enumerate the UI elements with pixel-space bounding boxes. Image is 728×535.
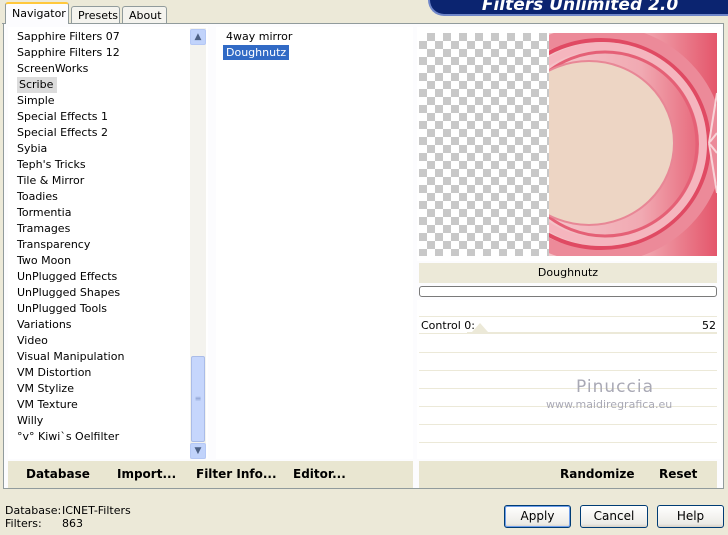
tab-about[interactable]: About xyxy=(122,6,167,23)
tab-presets[interactable]: Presets xyxy=(71,6,120,23)
filter-name-label: Doughnutz xyxy=(537,266,599,279)
preview-image xyxy=(419,33,717,256)
transparent-background xyxy=(419,33,549,256)
apply-button[interactable]: Apply xyxy=(504,505,571,528)
scroll-up-button[interactable]: ▲ xyxy=(190,29,206,45)
category-item-label: UnPlugged Shapes xyxy=(17,286,121,299)
watermark-title: Pinuccia xyxy=(576,377,654,397)
category-item-label: VM Texture xyxy=(17,398,78,411)
control-separator xyxy=(419,333,717,334)
scroll-thumb[interactable]: ≡ xyxy=(191,356,205,442)
control-separator xyxy=(419,424,717,425)
category-item[interactable]: Visual Manipulation xyxy=(15,349,185,365)
control-separator xyxy=(419,388,717,389)
category-item-label: Tormentia xyxy=(17,206,72,219)
category-item-label: UnPlugged Effects xyxy=(17,270,118,283)
randomize-button[interactable]: Randomize xyxy=(560,461,634,488)
category-item-label: Sapphire Filters 07 xyxy=(17,30,120,43)
category-item-label: Teph's Tricks xyxy=(17,158,86,171)
category-item[interactable]: UnPlugged Shapes xyxy=(15,285,185,301)
category-item-label: Video xyxy=(17,334,48,347)
category-item[interactable]: Sapphire Filters 07 xyxy=(15,29,185,45)
category-item[interactable]: VM Distortion xyxy=(15,365,185,381)
category-item[interactable]: UnPlugged Effects xyxy=(15,269,185,285)
category-item[interactable]: Simple xyxy=(15,93,185,109)
control-separator xyxy=(419,352,717,353)
category-item-label: UnPlugged Tools xyxy=(17,302,107,315)
progress-bar xyxy=(419,286,717,297)
control-0-slider-thumb[interactable] xyxy=(472,323,488,332)
filter-name-bar: Doughnutz xyxy=(419,263,717,283)
category-item-label: °v° Kiwi`s Oelfilter xyxy=(17,430,120,443)
tab-navigator[interactable]: Navigator xyxy=(5,2,69,24)
category-item[interactable]: Sapphire Filters 12 xyxy=(15,45,185,61)
filter-item-selected[interactable]: Doughnutz xyxy=(223,45,290,60)
category-item[interactable]: Variations xyxy=(15,317,185,333)
control-0-value: 52 xyxy=(702,319,716,332)
brand-title: Filters Unlimited 2.0 xyxy=(481,0,679,15)
filter-item[interactable]: 4way mirror xyxy=(223,29,295,44)
category-item-label: Visual Manipulation xyxy=(17,350,125,363)
category-item-label: Scribe xyxy=(17,77,58,93)
category-item-label: Toadies xyxy=(17,190,58,203)
category-item-label: Willy xyxy=(17,414,44,427)
database-value: ICNET-Filters xyxy=(62,504,131,517)
category-item[interactable]: ScreenWorks xyxy=(15,61,185,77)
reset-button[interactable]: Reset xyxy=(659,461,697,488)
doughnutz-preview xyxy=(549,33,717,256)
database-label: Database: xyxy=(5,504,62,517)
category-item[interactable]: °v° Kiwi`s Oelfilter xyxy=(15,429,185,445)
brand-banner: Filters Unlimited 2.0 xyxy=(428,0,728,16)
editor-button[interactable]: Editor... xyxy=(293,461,346,488)
import-button[interactable]: Import... xyxy=(117,461,176,488)
category-item[interactable]: Tormentia xyxy=(15,205,185,221)
category-item[interactable]: Transparency xyxy=(15,237,185,253)
filter-list-panel xyxy=(216,27,413,459)
category-item-label: Two Moon xyxy=(17,254,72,267)
category-item[interactable]: Toadies xyxy=(15,189,185,205)
category-item[interactable]: Two Moon xyxy=(15,253,185,269)
category-item-label: VM Distortion xyxy=(17,366,92,379)
category-item-label: Variations xyxy=(17,318,72,331)
category-item-label: Sybia xyxy=(17,142,48,155)
category-item[interactable]: Tramages xyxy=(15,221,185,237)
help-button[interactable]: Help xyxy=(657,505,724,528)
category-item[interactable]: Sybia xyxy=(15,141,185,157)
scroll-down-button[interactable]: ▼ xyxy=(190,443,206,459)
category-item[interactable]: Willy xyxy=(15,413,185,429)
category-item-label: Special Effects 1 xyxy=(17,110,109,123)
control-separator xyxy=(419,442,717,443)
category-item-label: Tile & Mirror xyxy=(17,174,85,187)
category-item-label: Tramages xyxy=(17,222,71,235)
category-item[interactable]: VM Texture xyxy=(15,397,185,413)
cancel-button[interactable]: Cancel xyxy=(580,505,648,528)
database-button[interactable]: Database xyxy=(26,461,90,488)
category-item-label: VM Stylize xyxy=(17,382,74,395)
category-item-label: Special Effects 2 xyxy=(17,126,109,139)
category-item[interactable]: Tile & Mirror xyxy=(15,173,185,189)
filter-info-button[interactable]: Filter Info... xyxy=(196,461,277,488)
category-item-label: Transparency xyxy=(17,238,91,251)
category-item[interactable]: Teph's Tricks xyxy=(15,157,185,173)
category-item-label: Simple xyxy=(17,94,55,107)
control-0-label: Control 0: xyxy=(421,319,475,332)
category-item[interactable]: UnPlugged Tools xyxy=(15,301,185,317)
category-item[interactable]: VM Stylize xyxy=(15,381,185,397)
watermark-url: www.maidiregrafica.eu xyxy=(546,398,673,411)
control-separator xyxy=(419,370,717,371)
category-item-label: Sapphire Filters 12 xyxy=(17,46,120,59)
filters-count-value: 863 xyxy=(62,517,83,530)
category-item[interactable]: Scribe xyxy=(15,77,185,93)
control-separator xyxy=(419,316,717,317)
category-item[interactable]: Video xyxy=(15,333,185,349)
category-item[interactable]: Special Effects 2 xyxy=(15,125,185,141)
category-item-label: ScreenWorks xyxy=(17,62,89,75)
category-list[interactable]: Sapphire Filters 07 Sapphire Filters 12 Sc… xyxy=(15,29,185,445)
filters-count-label: Filters: xyxy=(5,517,42,530)
category-item[interactable]: Special Effects 1 xyxy=(15,109,185,125)
